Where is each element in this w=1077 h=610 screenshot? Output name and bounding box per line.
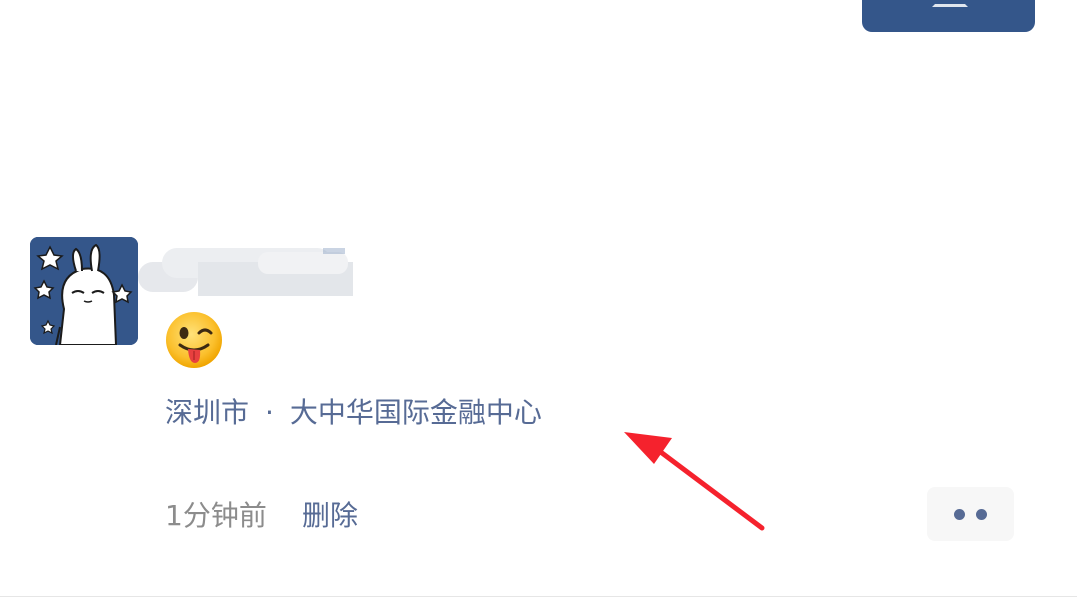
blur-patch [258,252,348,274]
blurred-username[interactable] [138,244,353,296]
top-image-tile[interactable] [862,0,1035,32]
delete-button[interactable]: 删除 [302,496,358,536]
location-city: 深圳市 [165,396,250,429]
rabbit-avatar-icon [30,237,138,345]
more-actions-button[interactable] [927,487,1014,541]
winking-tongue-emoji-icon [165,311,223,369]
red-arrow-icon [600,420,780,540]
bottom-divider [0,596,1077,597]
dot-icon [976,509,987,520]
location-separator: · [265,396,274,429]
user-avatar[interactable] [30,237,138,345]
blur-patch [323,248,345,254]
dot-icon [954,509,965,520]
location-link[interactable]: 深圳市 · 大中华国际金融中心 [165,393,542,433]
post-timestamp: 1分钟前 [165,499,267,532]
tile-glyph-icon [932,0,968,7]
location-place: 大中华国际金融中心 [289,396,542,429]
